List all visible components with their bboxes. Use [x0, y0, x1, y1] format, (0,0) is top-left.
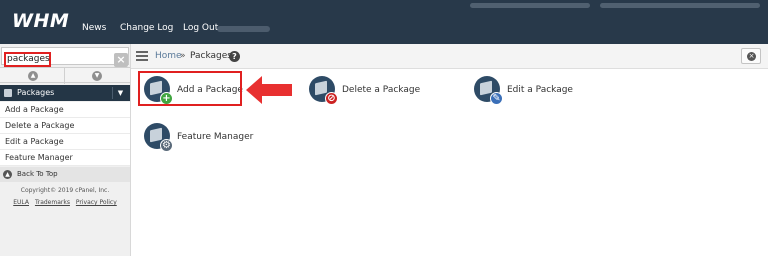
copyright: Copyright© 2019 cPanel, Inc. — [20, 187, 110, 194]
top-bar: WHM News Change Log Log Out — [0, 0, 768, 44]
search-box: packages × — [1, 47, 129, 67]
nav-log-out[interactable]: Log Out — [183, 23, 218, 33]
redacted-load-averages — [600, 3, 760, 8]
chevron-down-icon[interactable]: ▼ — [112, 87, 128, 99]
category-packages[interactable]: Packages ▼ — [0, 85, 130, 101]
sidebar-item-delete-package[interactable]: Delete a Package — [0, 118, 130, 134]
expand-down-icon[interactable]: ▼ — [92, 71, 102, 81]
close-icon: × — [747, 52, 756, 61]
back-to-top-label: Back To Top — [17, 170, 58, 178]
sidebar-item-add-package[interactable]: Add a Package — [0, 102, 130, 118]
breadcrumb-separator: » — [180, 51, 186, 61]
sidebar-item-feature-manager[interactable]: Feature Manager — [0, 150, 130, 166]
help-icon[interactable]: ? — [229, 51, 240, 62]
package-edit-icon: ✎ — [474, 76, 503, 105]
red-arrow-icon — [246, 76, 292, 104]
search-input[interactable]: packages — [4, 52, 51, 67]
breadcrumb-home[interactable]: Home — [155, 51, 182, 61]
link-eula[interactable]: EULA — [13, 199, 29, 206]
nav-change-log[interactable]: Change Log — [120, 23, 173, 33]
arrow-up-icon: ▲ — [3, 170, 12, 179]
category-label: Packages — [17, 88, 55, 97]
breadcrumb: Home » Packages ? × — [131, 44, 768, 69]
close-button[interactable]: × — [741, 48, 761, 64]
app-label: Delete a Package — [342, 85, 421, 95]
package-delete-icon: ⊘ — [309, 76, 338, 105]
clear-search-button[interactable]: × — [114, 53, 128, 67]
nav-news[interactable]: News — [82, 23, 106, 33]
app-label: Edit a Package — [507, 85, 573, 95]
footer-links: EULA Trademarks Privacy Policy — [0, 199, 130, 206]
redacted-server-info — [470, 3, 590, 8]
sidebar: packages × ▲ ▼ Packages ▼ Add a Package … — [0, 44, 131, 256]
whm-logo[interactable]: WHM — [12, 10, 69, 32]
back-to-top-button[interactable]: ▲ Back To Top — [0, 167, 130, 182]
hamburger-menu-icon[interactable] — [136, 51, 148, 61]
highlight-box — [138, 71, 242, 106]
sidebar-item-edit-package[interactable]: Edit a Package — [0, 134, 130, 150]
redacted-username — [217, 26, 270, 32]
link-privacy-policy[interactable]: Privacy Policy — [76, 199, 117, 206]
collapse-up-icon[interactable]: ▲ — [28, 71, 38, 81]
collapse-controls: ▲ ▼ — [0, 67, 130, 84]
link-trademarks[interactable]: Trademarks — [35, 199, 70, 206]
page-title: Packages — [190, 51, 232, 61]
divider — [64, 68, 65, 84]
feature-manager-icon: ⚙ — [144, 123, 173, 152]
package-icon — [4, 89, 12, 97]
app-label: Feature Manager — [177, 132, 254, 142]
